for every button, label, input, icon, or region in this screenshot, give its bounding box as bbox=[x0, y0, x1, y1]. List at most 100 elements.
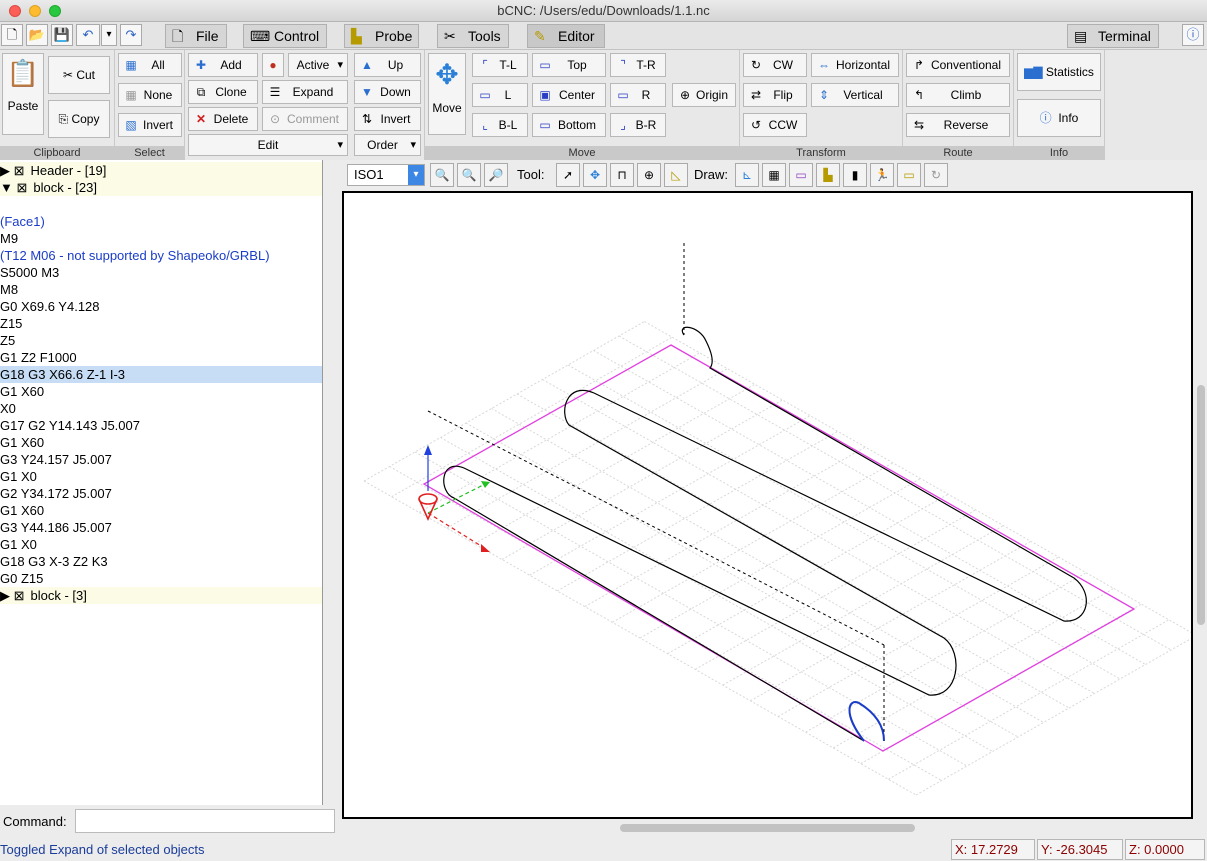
open-file-icon[interactable]: 📂 bbox=[26, 24, 48, 46]
comment-button[interactable]: ⊙ Comment bbox=[262, 107, 348, 131]
cut-button[interactable]: ✂ Cut bbox=[48, 56, 110, 94]
gcode-line[interactable]: X0 bbox=[0, 400, 322, 417]
copy-button[interactable]: ⎘ Copy bbox=[48, 100, 110, 138]
gcode-line[interactable]: G1 X0 bbox=[0, 468, 322, 485]
gcode-line[interactable]: Z15 bbox=[0, 315, 322, 332]
gcode-line[interactable]: G17 G2 Y14.143 J5.007 bbox=[0, 417, 322, 434]
gcode-line[interactable]: G1 X60 bbox=[0, 383, 322, 400]
terminal-button[interactable]: ▤ Terminal bbox=[1067, 24, 1159, 48]
move-down-button[interactable]: ▼ Down bbox=[354, 80, 421, 104]
gcode-line[interactable]: G1 X0 bbox=[0, 536, 322, 553]
new-file-icon[interactable]: 🗋 bbox=[1, 24, 23, 46]
conventional-button[interactable]: ↱ Conventional bbox=[906, 53, 1010, 77]
set-origin-icon[interactable]: ⊕ bbox=[637, 163, 661, 187]
save-file-icon[interactable]: 💾 bbox=[51, 24, 73, 46]
move-bottom-left-button[interactable]: ⌞ B-L bbox=[472, 113, 528, 137]
reverse-button[interactable]: ⇆ Reverse bbox=[906, 113, 1010, 137]
expand-toggle-icon[interactable]: ▼ ⊠ bbox=[0, 180, 27, 195]
move-origin-button[interactable]: ⊕ Origin bbox=[672, 83, 736, 107]
gcode-line[interactable]: G2 Y34.172 J5.007 bbox=[0, 485, 322, 502]
color-button[interactable]: ● bbox=[262, 53, 284, 77]
gcode-line[interactable] bbox=[0, 196, 322, 213]
block-header-row[interactable]: ▶ ⊠ block - [3] bbox=[0, 587, 322, 604]
move-top-button[interactable]: ▭ Top bbox=[532, 53, 606, 77]
grid-icon[interactable]: ▦ bbox=[762, 163, 786, 187]
order-dropdown[interactable]: Order bbox=[354, 134, 421, 156]
gcode-line[interactable]: S5000 M3 bbox=[0, 264, 322, 281]
mirror-horizontal-button[interactable]: ⇔ Horizontal bbox=[811, 53, 899, 77]
rapid-moves-icon[interactable]: 🏃 bbox=[870, 163, 894, 187]
statistics-button[interactable]: ▆▇ Statistics bbox=[1017, 53, 1101, 91]
gcode-editor-list[interactable]: ▶ ⊠ Header - [19] ▼ ⊠ block - [23] (Face1) M9… bbox=[0, 160, 323, 805]
move-top-right-button[interactable]: ⌝ T-R bbox=[610, 53, 666, 77]
command-input[interactable] bbox=[75, 809, 335, 833]
gcode-line[interactable]: G0 Z15 bbox=[0, 570, 322, 587]
move-button[interactable]: ✥ Move bbox=[428, 53, 466, 135]
move-right-button[interactable]: ▭ R bbox=[610, 83, 666, 107]
zoom-out-icon[interactable]: 🔍 bbox=[457, 163, 481, 187]
close-window-button[interactable] bbox=[9, 5, 21, 17]
tab-control[interactable]: ⌨ Control bbox=[243, 24, 327, 48]
tab-editor[interactable]: ✎ Editor bbox=[527, 24, 605, 48]
canvas-vertical-scrollbar[interactable] bbox=[1197, 385, 1205, 625]
select-all-button[interactable]: ▦ All bbox=[118, 53, 182, 77]
minimize-window-button[interactable] bbox=[29, 5, 41, 17]
gcode-line[interactable]: Z5 bbox=[0, 332, 322, 349]
select-none-button[interactable]: ▦ None bbox=[118, 83, 182, 107]
select-invert-button[interactable]: ▧ Invert bbox=[118, 113, 182, 137]
toolpath-canvas[interactable] bbox=[342, 191, 1197, 819]
ruler-icon[interactable]: ◺ bbox=[664, 163, 688, 187]
info-button[interactable]: ⓘ Info bbox=[1017, 99, 1101, 137]
select-pointer-icon[interactable]: ➚ bbox=[556, 163, 580, 187]
expand-toggle-icon[interactable]: ▶ ⊠ bbox=[0, 588, 25, 603]
view-mode-select[interactable]: ISO1 ▾ bbox=[347, 164, 425, 186]
move-center-button[interactable]: ▣ Center bbox=[532, 83, 606, 107]
mirror-vertical-button[interactable]: ⇕ Vertical bbox=[811, 83, 899, 107]
gcode-line[interactable]: M8 bbox=[0, 281, 322, 298]
tab-probe[interactable]: ▙ Probe bbox=[344, 24, 419, 48]
rotate-cw-button[interactable]: ↻ CW bbox=[743, 53, 807, 77]
gcode-line[interactable]: G1 Z2 F1000 bbox=[0, 349, 322, 366]
add-button[interactable]: ✚ Add bbox=[188, 53, 258, 77]
move-top-left-button[interactable]: ⌜ T-L bbox=[472, 53, 528, 77]
margins-icon[interactable]: ▭ bbox=[789, 163, 813, 187]
gcode-line[interactable]: G1 X60 bbox=[0, 502, 322, 519]
gcode-line[interactable]: G3 Y24.157 J5.007 bbox=[0, 451, 322, 468]
about-info-icon[interactable]: ⓘ bbox=[1182, 24, 1204, 46]
active-dropdown[interactable]: Active bbox=[288, 53, 348, 77]
undo-icon[interactable]: ↶ bbox=[76, 24, 100, 46]
gcode-line[interactable]: G3 Y44.186 J5.007 bbox=[0, 519, 322, 536]
probe-draw-icon[interactable]: ▙ bbox=[816, 163, 840, 187]
undo-history-chevron-down-icon[interactable]: ▾ bbox=[101, 24, 117, 46]
order-invert-button[interactable]: ⇅ Invert bbox=[354, 107, 421, 131]
gcode-line[interactable]: (T12 M06 - not supported by Shapeoko/GRB… bbox=[0, 247, 322, 264]
gantry-icon[interactable]: ⊓ bbox=[610, 163, 634, 187]
workarea-icon[interactable]: ▮ bbox=[843, 163, 867, 187]
zoom-in-icon[interactable]: 🔍 bbox=[430, 163, 454, 187]
gcode-line[interactable]: G18 G3 X-3 Z2 K3 bbox=[0, 553, 322, 570]
block-header-row[interactable]: ▶ ⊠ Header - [19] bbox=[0, 162, 322, 179]
canvas-horizontal-scrollbar[interactable] bbox=[620, 824, 915, 832]
gcode-line[interactable]: M9 bbox=[0, 230, 322, 247]
tab-tools[interactable]: ✂ Tools bbox=[437, 24, 509, 48]
redo-icon[interactable]: ↷ bbox=[120, 24, 142, 46]
expand-button[interactable]: ☰ Expand bbox=[262, 80, 348, 104]
move-bottom-right-button[interactable]: ⌟ B-R bbox=[610, 113, 666, 137]
move-bottom-button[interactable]: ▭ Bottom bbox=[532, 113, 606, 137]
flip-button[interactable]: ⇄ Flip bbox=[743, 83, 807, 107]
gcode-line[interactable]: G0 X69.6 Y4.128 bbox=[0, 298, 322, 315]
zoom-fit-icon[interactable]: 🔎 bbox=[484, 163, 508, 187]
gcode-line[interactable]: G1 X60 bbox=[0, 434, 322, 451]
expand-toggle-icon[interactable]: ▶ ⊠ bbox=[0, 163, 25, 178]
climb-button[interactable]: ↰ Climb bbox=[906, 83, 1010, 107]
camera-icon[interactable]: ▭ bbox=[897, 163, 921, 187]
refresh-icon[interactable]: ↻ bbox=[924, 163, 948, 187]
move-left-button[interactable]: ▭ L bbox=[472, 83, 528, 107]
gcode-line[interactable]: G18 G3 X66.6 Z-1 I-3 bbox=[0, 366, 322, 383]
clone-button[interactable]: ⧉ Clone bbox=[188, 80, 258, 104]
axes-icon[interactable]: ⊾ bbox=[735, 163, 759, 187]
paste-button[interactable]: 📋 Paste bbox=[2, 53, 44, 135]
gcode-line[interactable]: (Face1) bbox=[0, 213, 322, 230]
edit-dropdown[interactable]: Edit bbox=[188, 134, 348, 156]
pan-move-icon[interactable]: ✥ bbox=[583, 163, 607, 187]
